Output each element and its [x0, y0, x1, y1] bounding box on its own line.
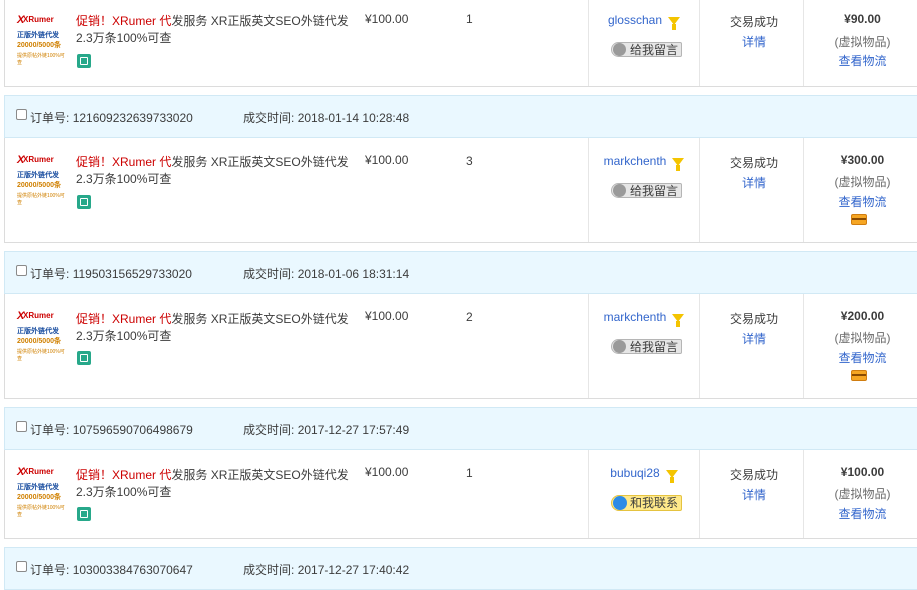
leave-message-button[interactable]: 给我留言	[611, 183, 683, 198]
product-thumbnail[interactable]: X XRumer 正版外链代发 20000/5000条 提供原帖外链100%可查	[15, 12, 68, 66]
product-thumbnail[interactable]: X XRumer 正版外链代发 20000/5000条 提供原帖外链100%可查	[15, 464, 68, 518]
service-badge-icon[interactable]	[77, 195, 91, 209]
filter-icon[interactable]	[668, 16, 681, 30]
product-title[interactable]: 促销！XRumer 代发服务 XR正版英文SEO外链代发2.3万条100%可查	[76, 311, 356, 345]
order-header: 订单号: 121609232639733020 成交时间: 2018-01-14…	[4, 95, 917, 138]
product-thumbnail[interactable]: X XRumer 正版外链代发 20000/5000条 提供原帖外链100%可查	[15, 308, 68, 362]
trade-status: 交易成功	[729, 312, 778, 326]
credit-card-icon[interactable]	[851, 214, 867, 225]
order-number: 订单号: 107596590706498679	[30, 423, 193, 437]
trade-status: 交易成功	[729, 156, 778, 170]
detail-link[interactable]: 详情	[704, 33, 804, 50]
order-checkbox[interactable]	[16, 561, 27, 572]
credit-card-icon[interactable]	[851, 370, 867, 381]
order-body: X XRumer 正版外链代发 20000/5000条 提供原帖外链100%可查…	[4, 0, 917, 87]
detail-link[interactable]: 详情	[704, 330, 804, 347]
chat-bubble-icon	[613, 340, 626, 353]
unit-price: ¥100.00	[365, 309, 409, 323]
order-amount: ¥300.00	[840, 153, 885, 167]
order-body: X XRumer 正版外链代发 20000/5000条 提供原帖外链100%可查…	[4, 294, 917, 399]
unit-price: ¥100.00	[365, 153, 409, 167]
chat-online-icon	[613, 496, 627, 510]
product-title[interactable]: 促销！XRumer 代发服务 XR正版英文SEO外链代发2.3万条100%可查	[76, 13, 356, 47]
order-number: 订单号: 103003384763070647	[30, 563, 193, 577]
order-checkbox[interactable]	[16, 265, 27, 276]
view-logistics-link[interactable]: 查看物流	[810, 505, 915, 522]
leave-message-button[interactable]: 给我留言	[611, 42, 683, 57]
order-body: X XRumer 正版外链代发 20000/5000条 提供原帖外链100%可查…	[4, 138, 917, 243]
filter-icon[interactable]	[672, 313, 685, 327]
deal-time: 成交时间: 2018-01-14 10:28:48	[243, 111, 410, 125]
service-badge-icon[interactable]	[77, 351, 91, 365]
filter-icon[interactable]	[672, 157, 685, 171]
buyer-name-link[interactable]: markchenth	[589, 154, 699, 171]
order-header: 订单号: 119503156529733020 成交时间: 2018-01-06…	[4, 251, 917, 294]
quantity: 3	[466, 154, 473, 168]
chat-bubble-icon	[613, 184, 626, 197]
buyer-name-link[interactable]: markchenth	[589, 310, 699, 327]
virtual-goods-label: (虚拟物品)	[834, 35, 891, 49]
chat-bubble-icon	[613, 43, 626, 56]
order-body: X XRumer 正版外链代发 20000/5000条 提供原帖外链100%可查…	[4, 450, 917, 539]
filter-icon[interactable]	[665, 469, 678, 483]
trade-status: 交易成功	[729, 15, 778, 29]
order-header: 订单号: 107596590706498679 成交时间: 2017-12-27…	[4, 407, 917, 450]
unit-price: ¥100.00	[365, 12, 409, 26]
quantity: 1	[466, 466, 473, 480]
service-badge-icon[interactable]	[77, 507, 91, 521]
view-logistics-link[interactable]: 查看物流	[810, 193, 915, 210]
order-checkbox[interactable]	[16, 109, 27, 120]
product-title[interactable]: 促销！XRumer 代发服务 XR正版英文SEO外链代发2.3万条100%可查	[76, 467, 356, 501]
leave-message-button[interactable]: 给我留言	[611, 339, 683, 354]
order-number: 订单号: 119503156529733020	[30, 267, 192, 281]
deal-time: 成交时间: 2018-01-06 18:31:14	[243, 267, 410, 281]
view-logistics-link[interactable]: 查看物流	[810, 52, 915, 69]
virtual-goods-label: (虚拟物品)	[834, 487, 891, 501]
quantity: 1	[466, 12, 473, 26]
buyer-name-link[interactable]: bubuqi28	[589, 466, 699, 483]
order-amount: ¥90.00	[844, 12, 881, 26]
virtual-goods-label: (虚拟物品)	[834, 331, 891, 345]
product-thumbnail[interactable]: X XRumer 正版外链代发 20000/5000条 提供原帖外链100%可查	[15, 152, 68, 206]
trade-status: 交易成功	[729, 468, 778, 482]
deal-time: 成交时间: 2017-12-27 17:40:42	[243, 563, 410, 577]
detail-link[interactable]: 详情	[704, 174, 804, 191]
buyer-name-link[interactable]: glosschan	[589, 13, 699, 30]
contact-me-button[interactable]: 和我联系	[611, 495, 683, 511]
view-logistics-link[interactable]: 查看物流	[810, 349, 915, 366]
order-number: 订单号: 121609232639733020	[30, 111, 193, 125]
unit-price: ¥100.00	[365, 465, 409, 479]
detail-link[interactable]: 详情	[704, 486, 804, 503]
order-amount: ¥100.00	[840, 465, 885, 479]
deal-time: 成交时间: 2017-12-27 17:57:49	[243, 423, 410, 437]
virtual-goods-label: (虚拟物品)	[834, 175, 891, 189]
service-badge-icon[interactable]	[77, 54, 91, 68]
quantity: 2	[466, 310, 473, 324]
order-amount: ¥200.00	[840, 309, 885, 323]
order-checkbox[interactable]	[16, 421, 27, 432]
product-title[interactable]: 促销！XRumer 代发服务 XR正版英文SEO外链代发2.3万条100%可查	[76, 154, 356, 188]
